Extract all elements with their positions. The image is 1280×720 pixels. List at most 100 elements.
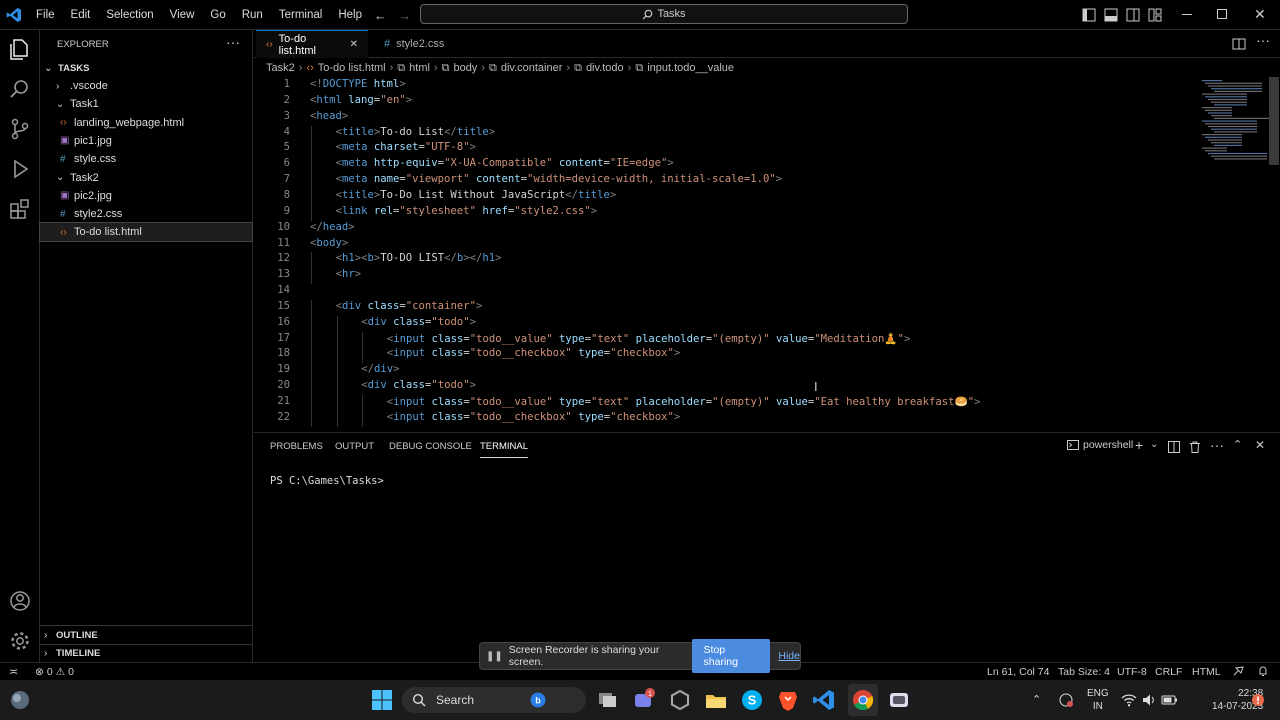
breadcrumb-item[interactable]: body (453, 62, 477, 74)
menu-selection[interactable]: Selection (98, 9, 161, 21)
minimap[interactable] (1194, 77, 1270, 163)
close-panel-icon[interactable]: ✕ (1255, 438, 1265, 452)
menu-file[interactable]: File (28, 9, 63, 21)
timeline-section[interactable]: › TIMELINE (40, 644, 252, 662)
source-control-icon[interactable] (7, 116, 33, 142)
explorer-folder[interactable]: › .vscode (40, 77, 252, 95)
command-center-search[interactable]: Tasks (420, 4, 908, 24)
minimize-icon[interactable] (1182, 14, 1192, 15)
close-tab-icon[interactable]: ✕ (350, 39, 358, 50)
notifications-bell-icon[interactable] (1257, 665, 1269, 677)
maximize-panel-icon[interactable]: ⌃ (1233, 438, 1242, 451)
menu-view[interactable]: View (162, 9, 203, 21)
language-indicator[interactable]: ENG IN (1087, 687, 1109, 713)
breadcrumb-item[interactable]: html (409, 62, 430, 74)
task-view-icon[interactable] (596, 688, 620, 712)
remote-icon[interactable]: ≍ (9, 665, 18, 678)
extensions-icon[interactable] (7, 196, 33, 222)
line-ending[interactable]: CRLF (1155, 666, 1182, 678)
maximize-icon[interactable] (1217, 9, 1227, 19)
menu-help[interactable]: Help (330, 9, 370, 21)
cursor-position[interactable]: Ln 61, Col 74 (987, 666, 1049, 678)
teams-chat-icon[interactable]: 1 (632, 688, 656, 712)
brave-browser-icon[interactable] (776, 688, 800, 712)
breadcrumb-item[interactable]: input.todo__value (647, 62, 734, 74)
volume-icon[interactable] (1141, 692, 1157, 708)
terminal-prompt[interactable]: PS C:\Games\Tasks> (270, 475, 384, 487)
explorer-folder[interactable]: ⌄ Task2 (40, 169, 252, 187)
menu-edit[interactable]: Edit (63, 9, 99, 21)
tab-debug-console[interactable]: DEBUG CONSOLE (389, 441, 472, 452)
terminal-shell-selector[interactable]: powershell (1067, 439, 1133, 451)
file-explorer-icon[interactable] (704, 688, 728, 712)
chevron-up-icon[interactable]: ⌃ (1032, 693, 1041, 706)
customize-layout-icon[interactable] (1148, 8, 1162, 22)
stop-sharing-button[interactable]: Stop sharing (691, 639, 771, 673)
explorer-file[interactable]: ‹› To-do list.html (39, 222, 253, 243)
back-arrow-icon[interactable]: ← (374, 8, 387, 23)
close-icon[interactable]: ✕ (1254, 6, 1266, 23)
tab-terminal[interactable]: TERMINAL (480, 441, 529, 458)
toggle-secondary-sidebar-icon[interactable] (1126, 8, 1140, 22)
accounts-icon[interactable] (7, 588, 33, 614)
breadcrumb-item[interactable]: Task2 (266, 62, 295, 74)
app-hexagon-icon[interactable] (668, 688, 692, 712)
hide-button[interactable]: Hide (778, 650, 800, 662)
menu-go[interactable]: Go (202, 9, 233, 21)
new-terminal-icon[interactable]: + (1135, 437, 1143, 453)
code-token: value (769, 332, 808, 345)
code-token: > (667, 157, 674, 170)
explorer-icon[interactable] (7, 36, 33, 62)
tab-size[interactable]: Tab Size: 4 (1058, 666, 1110, 678)
split-editor-icon[interactable] (1232, 37, 1246, 51)
explorer-file[interactable]: ▣ pic1.jpg (40, 132, 252, 150)
problems-indicator[interactable]: ⊗ 0 ⚠ 0 (35, 666, 74, 678)
workspace-root[interactable]: ⌄ TASKS (40, 59, 252, 77)
editor-scrollbar-thumb[interactable] (1269, 77, 1279, 165)
code-editor[interactable]: I 1 <!DOCTYPE html> 2 <html lang="en"> 3 <hea… (254, 77, 1280, 431)
notification-alert-icon[interactable] (1251, 693, 1265, 707)
tab-output[interactable]: OUTPUT (335, 441, 374, 452)
more-actions-icon[interactable]: ··· (226, 34, 240, 50)
encoding[interactable]: UTF-8 (1117, 666, 1147, 678)
more-actions-icon[interactable]: ··· (1210, 437, 1224, 453)
forward-arrow-icon[interactable]: → (398, 8, 411, 23)
explorer-file[interactable]: # style.css (40, 150, 252, 168)
tab-style2-css[interactable]: # style2.css (374, 30, 474, 58)
toggle-primary-sidebar-icon[interactable] (1082, 8, 1096, 22)
trash-icon[interactable] (1189, 441, 1201, 453)
code-token: div (367, 315, 387, 328)
tab-to-do-list-html[interactable]: ‹› To-do list.html ✕ (256, 30, 368, 58)
wifi-icon[interactable] (1121, 692, 1137, 708)
search-sidebar-icon[interactable] (7, 76, 33, 102)
explorer-file[interactable]: # style2.css (40, 205, 252, 223)
network-tray-icon[interactable] (1058, 692, 1074, 708)
taskbar-search-box[interactable]: Search b (402, 687, 586, 713)
explorer-folder[interactable]: ⌄ Task1 (40, 95, 252, 113)
battery-icon[interactable] (1161, 692, 1179, 708)
skype-icon[interactable]: S (740, 688, 764, 712)
outline-section[interactable]: › OUTLINE (40, 626, 252, 644)
feedback-icon[interactable] (1232, 665, 1244, 677)
run-debug-icon[interactable] (7, 156, 33, 182)
breadcrumb-item[interactable]: div.container (501, 62, 563, 74)
tab-problems[interactable]: PROBLEMS (270, 441, 323, 452)
windows-start-icon[interactable] (370, 688, 394, 712)
toggle-panel-icon[interactable] (1104, 8, 1118, 22)
vscode-taskbar-icon[interactable] (812, 688, 836, 712)
explorer-file[interactable]: ‹› landing_webpage.html (40, 114, 252, 132)
explorer-file[interactable]: ▣ pic2.jpg (40, 187, 252, 205)
menu-run[interactable]: Run (234, 9, 271, 21)
chevron-down-icon[interactable]: ⌄ (1150, 439, 1158, 450)
chrome-browser-icon[interactable] (851, 688, 875, 712)
breadcrumb-item[interactable]: div.todo (586, 62, 624, 74)
screen-recorder-icon[interactable] (887, 688, 911, 712)
menu-terminal[interactable]: Terminal (271, 9, 330, 21)
language-mode[interactable]: HTML (1192, 666, 1221, 678)
widgets-icon[interactable] (8, 688, 32, 712)
editor-more-actions-icon[interactable]: ··· (1256, 32, 1270, 48)
html-file-icon: ‹› (60, 117, 67, 129)
settings-gear-icon[interactable] (7, 628, 33, 654)
breadcrumb-item[interactable]: To-do list.html (318, 62, 386, 74)
split-terminal-icon[interactable] (1168, 441, 1180, 453)
